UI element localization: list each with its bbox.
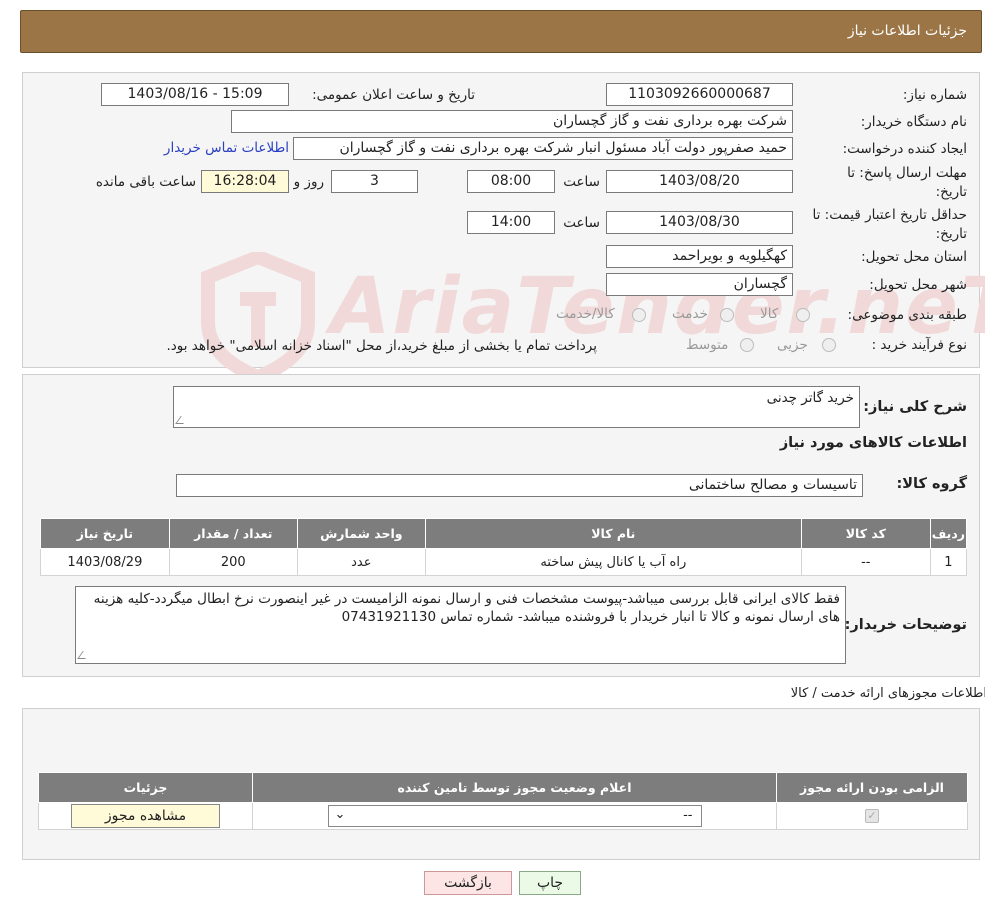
city-field: گچساران xyxy=(606,273,793,296)
col-name: نام کالا xyxy=(424,518,802,549)
process-note: پرداخت تمام یا بخشی از مبلغ خرید،از محل … xyxy=(166,338,597,354)
permits-title: اطلاعات مجوزهای ارائه خدمت / کالا xyxy=(790,686,985,701)
col-details: جزئیات xyxy=(38,772,253,803)
permit-status-select[interactable]: -- ⌄ xyxy=(327,805,702,827)
days-label: روز و xyxy=(293,174,324,190)
col-status: اعلام وضعیت مجوز توسط تامین کننده xyxy=(252,772,777,803)
announce-label: تاریخ و ساعت اعلان عمومی: xyxy=(312,87,475,103)
buyer-org-label: نام دستگاه خریدار: xyxy=(860,114,967,130)
table-row: ✓ -- ⌄ مشاهده مجوز xyxy=(38,802,968,830)
cell-row: 1 xyxy=(929,548,968,576)
creator-field: حمید صفرپور دولت آباد مسئول انبار شرکت ب… xyxy=(293,137,793,160)
process-label: نوع فرآیند خرید : xyxy=(871,337,967,353)
buyer-notes-label: توضیحات خریدار: xyxy=(844,617,967,633)
process-option-medium: متوسط xyxy=(686,337,729,353)
remaining-time-field: 16:28:04 xyxy=(201,170,289,193)
view-permit-button[interactable]: مشاهده مجوز xyxy=(71,804,220,828)
category-radio-both[interactable] xyxy=(632,308,646,322)
permits-table-header: الزامی بودن ارائه مجوز اعلام وضعیت مجوز … xyxy=(38,772,968,803)
need-number-field: 1103092660000687 xyxy=(606,83,793,106)
announce-field: 1403/08/16 - 15:09 xyxy=(101,83,289,106)
col-row: ردیف xyxy=(929,518,968,549)
category-option-goods: کالا xyxy=(760,306,779,322)
goods-group-field: تاسیسات و مصالح ساختمانی xyxy=(176,474,863,497)
buyer-org-field: شرکت بهره برداری نفت و گاز گچساران xyxy=(231,110,793,133)
process-radio-medium[interactable] xyxy=(740,338,754,352)
province-field: کهگیلویه و بویراحمد xyxy=(606,245,793,268)
deadline-time-field: 08:00 xyxy=(467,170,555,193)
desc-label: شرح کلی نیاز: xyxy=(863,399,967,415)
watermark-logo-icon xyxy=(198,249,318,385)
cell-qty: 200 xyxy=(168,548,298,576)
col-unit: واحد شمارش xyxy=(296,518,426,549)
category-radio-service[interactable] xyxy=(720,308,734,322)
cell-name: راه آب یا کانال پیش ساخته xyxy=(424,548,802,576)
cell-status: -- ⌄ xyxy=(252,802,777,830)
select-value: -- xyxy=(683,808,693,823)
validity-date-field: 1403/08/30 xyxy=(606,211,793,234)
need-number-label: شماره نیاز: xyxy=(902,87,967,103)
buyer-notes-field: فقط کالای ایرانی قابل بررسی میباشد-پیوست… xyxy=(75,586,846,664)
goods-table-header: ردیف کد کالا نام کالا واحد شمارش تعداد /… xyxy=(40,518,968,549)
category-radio-goods[interactable] xyxy=(796,308,810,322)
cell-required: ✓ xyxy=(776,802,968,830)
col-code: کد کالا xyxy=(800,518,931,549)
goods-group-label: گروه کالا: xyxy=(896,476,967,492)
validity-time-field: 14:00 xyxy=(467,211,555,234)
process-radio-minor[interactable] xyxy=(822,338,836,352)
buyer-contact-link[interactable]: اطلاعات تماس خریدار xyxy=(164,140,289,156)
table-row: 1 -- راه آب یا کانال پیش ساخته عدد 200 1… xyxy=(40,548,968,576)
remaining-label: ساعت باقی مانده xyxy=(95,174,196,190)
goods-title: اطلاعات کالاهای مورد نیاز xyxy=(779,435,967,451)
goods-table: ردیف کد کالا نام کالا واحد شمارش تعداد /… xyxy=(40,518,968,576)
validity-time-label: ساعت xyxy=(563,215,600,231)
process-option-minor: جزیی xyxy=(777,337,808,353)
city-label: شهر محل تحویل: xyxy=(869,277,967,293)
col-qty: تعداد / مقدار xyxy=(168,518,298,549)
category-option-service: خدمت xyxy=(672,306,708,322)
desc-field: خرید گاتر چدنی xyxy=(173,386,860,428)
page-header: جزئیات اطلاعات نیاز xyxy=(20,10,982,53)
col-required: الزامی بودن ارائه مجوز xyxy=(776,772,968,803)
cell-unit: عدد xyxy=(296,548,426,576)
cell-code: -- xyxy=(800,548,931,576)
category-label: طبقه بندی موضوعی: xyxy=(847,307,967,323)
cell-date: 1403/08/29 xyxy=(40,548,170,576)
deadline-label: مهلت ارسال پاسخ: تا تاریخ: xyxy=(847,165,967,200)
category-option-both: کالا/خدمت xyxy=(556,306,615,322)
chevron-down-icon: ⌄ xyxy=(334,807,346,822)
print-button[interactable]: چاپ xyxy=(519,871,581,895)
cell-details: مشاهده مجوز xyxy=(38,802,253,830)
validity-label: حداقل تاریخ اعتبار قیمت: تا تاریخ: xyxy=(812,207,967,242)
deadline-time-label: ساعت xyxy=(563,174,600,190)
permits-table: الزامی بودن ارائه مجوز اعلام وضعیت مجوز … xyxy=(38,772,968,830)
col-date: تاریخ نیاز xyxy=(40,518,170,549)
days-field: 3 xyxy=(331,170,418,193)
required-checkbox[interactable]: ✓ xyxy=(865,809,879,823)
page-title: جزئیات اطلاعات نیاز xyxy=(847,23,967,39)
deadline-date-field: 1403/08/20 xyxy=(606,170,793,193)
back-button[interactable]: بازگشت xyxy=(424,871,512,895)
province-label: استان محل تحویل: xyxy=(861,249,967,265)
creator-label: ایجاد کننده درخواست: xyxy=(842,141,967,157)
